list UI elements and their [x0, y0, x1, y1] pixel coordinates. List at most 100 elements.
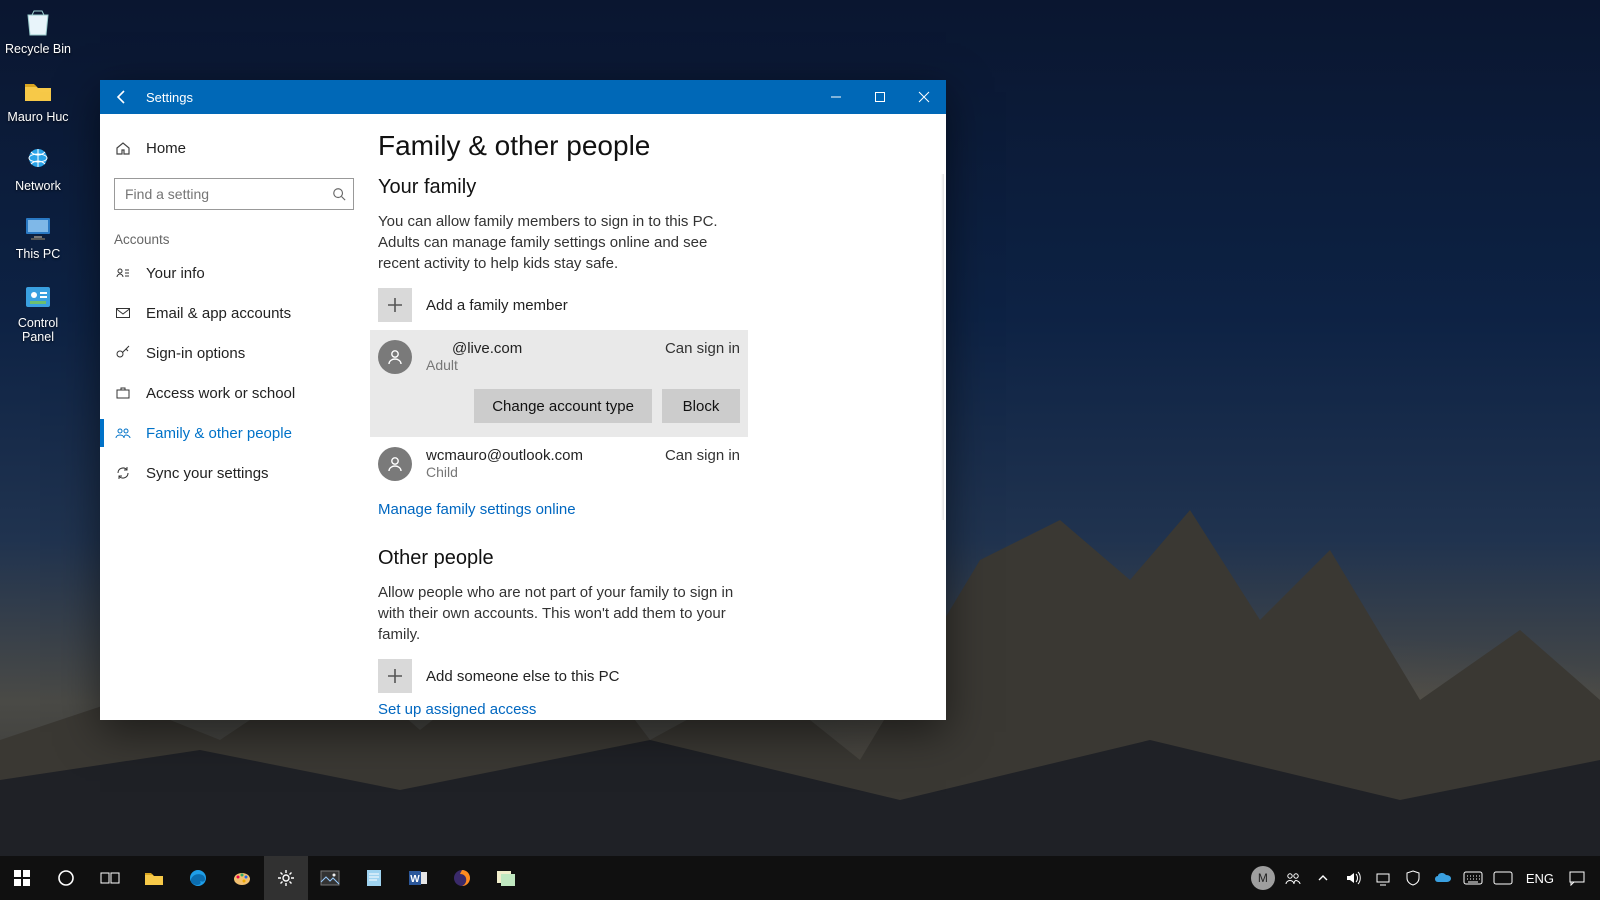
people-icon — [114, 424, 132, 442]
nav-access-work-school[interactable]: Access work or school — [100, 373, 360, 413]
nav-signin-options[interactable]: Sign-in options — [100, 333, 360, 373]
nav-label: Sign-in options — [146, 345, 245, 362]
settings-window: Settings Home — [100, 80, 946, 720]
nav-label: Family & other people — [146, 425, 292, 442]
sidebar-category: Accounts — [100, 218, 360, 253]
nav-label: Email & app accounts — [146, 305, 291, 322]
member-status: Can sign in — [665, 447, 740, 480]
desktop-icon-label: Mauro Huc — [2, 110, 74, 124]
taskbar-app-settings[interactable] — [264, 856, 308, 900]
section-heading-other: Other people — [378, 547, 938, 570]
desktop-icon-label: Network — [2, 179, 74, 193]
member-role: Adult — [426, 357, 522, 373]
taskbar-app-notepad[interactable] — [352, 856, 396, 900]
assigned-access-link[interactable]: Set up assigned access — [378, 701, 536, 718]
tray-network-icon[interactable] — [1368, 856, 1398, 900]
computer-icon — [21, 211, 55, 245]
taskbar-app-sticky-notes[interactable] — [484, 856, 528, 900]
key-icon — [114, 344, 132, 362]
settings-content: Family & other people Your family You ca… — [360, 114, 946, 720]
tray-defender-icon[interactable] — [1398, 856, 1428, 900]
tray-onedrive-icon[interactable] — [1428, 856, 1458, 900]
desktop-icon-user-folder[interactable]: Mauro Huc — [2, 74, 74, 124]
minimize-button[interactable] — [814, 80, 858, 114]
member-email: wcmauro@outlook.com — [426, 447, 583, 464]
desktop-icons: Recycle Bin Mauro Huc Network This PC Co… — [2, 6, 82, 362]
tray-overflow[interactable] — [1308, 856, 1338, 900]
desktop-icon-recycle-bin[interactable]: Recycle Bin — [2, 6, 74, 56]
nav-sync-settings[interactable]: Sync your settings — [100, 453, 360, 493]
desktop-icon-label: Control Panel — [2, 316, 74, 345]
nav-label: Your info — [146, 265, 205, 282]
member-email: @live.com — [426, 340, 522, 357]
taskbar-app-edge[interactable] — [176, 856, 220, 900]
desktop-icon-network[interactable]: Network — [2, 143, 74, 193]
taskbar-app-paint[interactable] — [220, 856, 264, 900]
tray-people[interactable] — [1278, 856, 1308, 900]
section-heading-family: Your family — [378, 176, 938, 199]
avatar-icon — [378, 340, 412, 374]
member-status: Can sign in — [665, 340, 740, 373]
add-family-member[interactable]: Add a family member — [378, 288, 938, 322]
tray-language[interactable]: ENG — [1518, 856, 1562, 900]
sync-icon — [114, 464, 132, 482]
tray-action-center-icon[interactable] — [1562, 856, 1592, 900]
settings-sidebar: Home Accounts Your info Email & a — [100, 114, 360, 720]
tray-keyboard-icon[interactable] — [1458, 856, 1488, 900]
scrollbar-shadow — [941, 174, 944, 520]
taskbar: W M — [0, 856, 1600, 900]
back-button[interactable] — [100, 80, 144, 114]
tray-user[interactable]: M — [1248, 856, 1278, 900]
cortana-button[interactable] — [44, 856, 88, 900]
recycle-bin-icon — [21, 6, 55, 40]
nav-email-accounts[interactable]: Email & app accounts — [100, 293, 360, 333]
change-account-type-button[interactable]: Change account type — [474, 389, 652, 423]
search-input[interactable] — [115, 186, 325, 202]
user-avatar-icon: M — [1251, 866, 1275, 890]
page-title: Family & other people — [378, 130, 938, 162]
tray-volume-icon[interactable] — [1338, 856, 1368, 900]
tray-input-indicator[interactable] — [1488, 856, 1518, 900]
maximize-button[interactable] — [858, 80, 902, 114]
family-description: You can allow family members to sign in … — [378, 211, 738, 274]
nav-home[interactable]: Home — [100, 128, 360, 168]
network-icon — [21, 143, 55, 177]
mail-icon — [114, 304, 132, 322]
member-role: Child — [426, 464, 583, 480]
plus-icon — [378, 288, 412, 322]
block-button[interactable]: Block — [662, 389, 740, 423]
folder-icon — [21, 74, 55, 108]
family-member-selected[interactable]: @live.com Adult Can sign in Change accou… — [370, 330, 748, 437]
plus-icon — [378, 659, 412, 693]
svg-text:W: W — [410, 874, 420, 885]
add-other-user[interactable]: Add someone else to this PC — [378, 659, 938, 693]
family-member[interactable]: wcmauro@outlook.com Child Can sign in — [378, 437, 748, 491]
add-other-label: Add someone else to this PC — [426, 668, 619, 685]
desktop-icon-label: Recycle Bin — [2, 42, 74, 56]
avatar-icon — [378, 447, 412, 481]
desktop-icon-this-pc[interactable]: This PC — [2, 211, 74, 261]
desktop-icon-label: This PC — [2, 247, 74, 261]
nav-home-label: Home — [146, 140, 186, 157]
home-icon — [114, 139, 132, 157]
person-card-icon — [114, 264, 132, 282]
close-button[interactable] — [902, 80, 946, 114]
add-family-label: Add a family member — [426, 297, 568, 314]
window-titlebar[interactable]: Settings — [100, 80, 946, 114]
start-button[interactable] — [0, 856, 44, 900]
desktop-icon-control-panel[interactable]: Control Panel — [2, 280, 74, 345]
briefcase-icon — [114, 384, 132, 402]
window-title: Settings — [144, 90, 193, 105]
nav-family-other-people[interactable]: Family & other people — [100, 413, 360, 453]
task-view-button[interactable] — [88, 856, 132, 900]
search-box[interactable] — [114, 178, 354, 210]
taskbar-app-explorer[interactable] — [132, 856, 176, 900]
search-icon — [325, 187, 353, 201]
nav-label: Sync your settings — [146, 465, 269, 482]
taskbar-app-photos[interactable] — [308, 856, 352, 900]
taskbar-app-word[interactable]: W — [396, 856, 440, 900]
nav-your-info[interactable]: Your info — [100, 253, 360, 293]
taskbar-app-firefox[interactable] — [440, 856, 484, 900]
manage-family-link[interactable]: Manage family settings online — [378, 501, 576, 518]
show-desktop-button[interactable] — [1592, 856, 1600, 900]
